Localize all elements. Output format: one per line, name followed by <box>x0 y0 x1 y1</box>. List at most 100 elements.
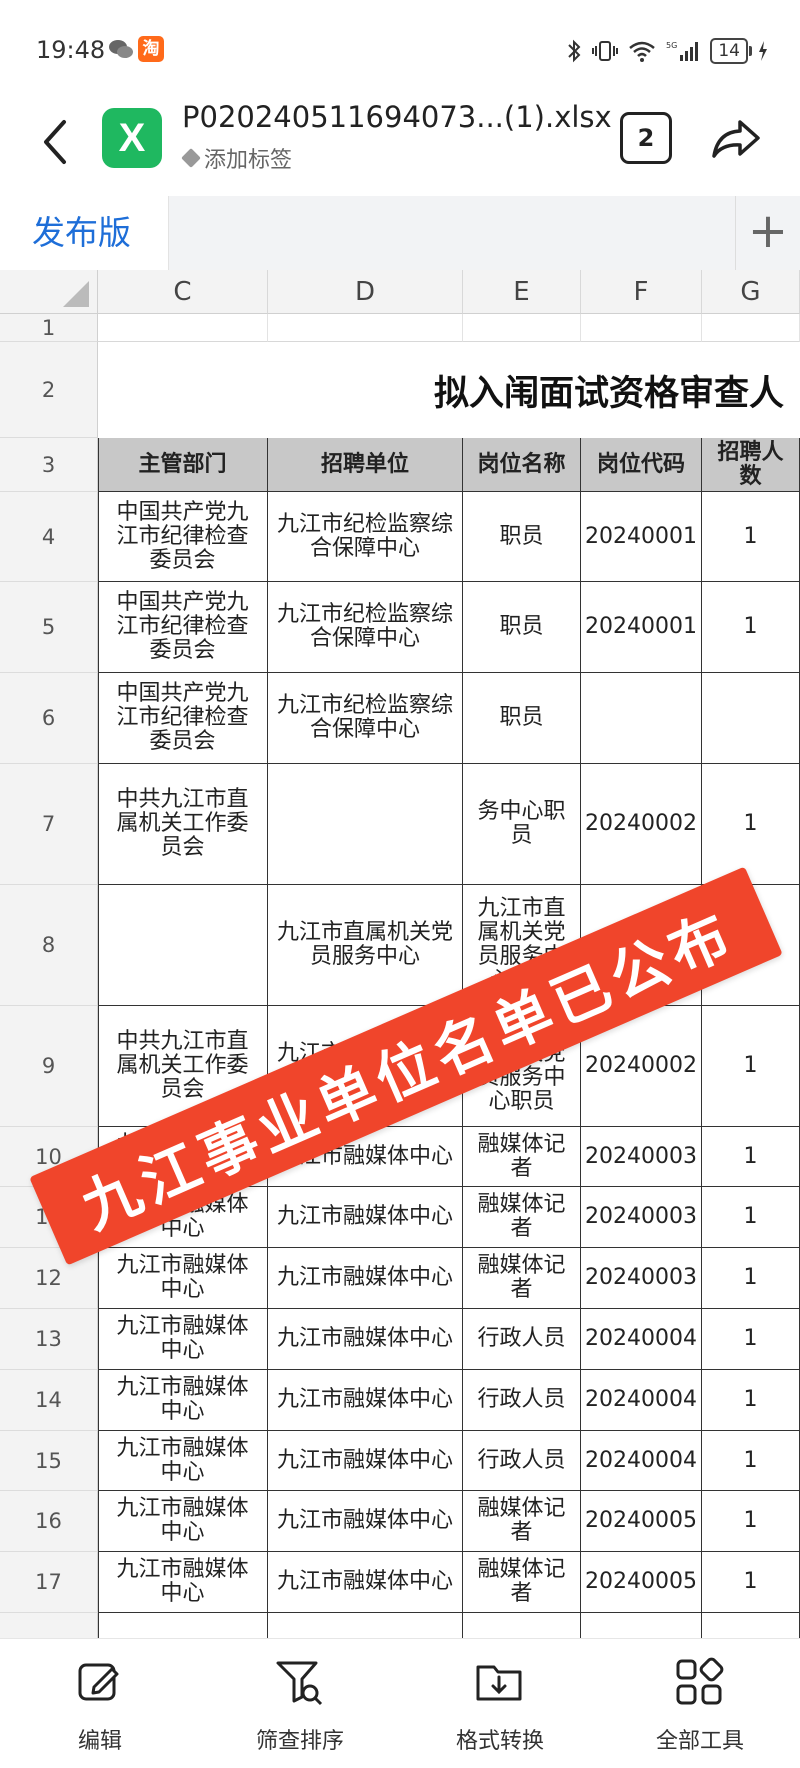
table-cell[interactable]: 融媒体记者 <box>463 1187 581 1248</box>
row-header[interactable]: 5 <box>0 582 98 673</box>
table-cell[interactable]: 1 <box>702 1127 800 1187</box>
table-cell[interactable]: 职员 <box>463 582 581 673</box>
table-cell[interactable] <box>702 1613 800 1638</box>
row-header[interactable]: 2 <box>0 342 98 438</box>
sheet-title[interactable]: 拟入闱面试资格审查人 <box>98 342 800 438</box>
empty-cell[interactable] <box>581 314 702 342</box>
select-all-corner[interactable] <box>0 270 98 314</box>
share-icon[interactable] <box>710 112 762 164</box>
row-header[interactable]: 9 <box>0 1006 98 1127</box>
table-cell[interactable]: 20240004 <box>581 1370 702 1431</box>
add-sheet-button[interactable]: + <box>735 196 800 270</box>
format-convert-tool[interactable]: 格式转换 <box>400 1639 600 1768</box>
table-cell[interactable]: 中共九江市直属机关工作委员会 <box>98 764 268 885</box>
row-header[interactable]: 16 <box>0 1491 98 1552</box>
row-header[interactable] <box>0 1613 98 1638</box>
table-cell[interactable] <box>702 673 800 764</box>
table-cell[interactable]: 九江市直属机关党员服务中心 <box>268 885 463 1006</box>
edit-tool[interactable]: 编辑 <box>0 1639 200 1768</box>
empty-cell[interactable] <box>702 314 800 342</box>
column-header[interactable]: G <box>702 270 800 314</box>
add-tag-link[interactable]: 添加标签 <box>181 142 292 174</box>
table-cell[interactable]: 九江市融媒体中心 <box>268 1187 463 1248</box>
table-cell[interactable]: 中国共产党九江市纪律检查委员会 <box>98 492 268 582</box>
table-cell[interactable]: 中国共产党九江市纪律检查委员会 <box>98 673 268 764</box>
sheet-tab-active[interactable]: 发布版 <box>0 196 169 270</box>
table-cell[interactable]: 20240004 <box>581 1431 702 1491</box>
table-cell[interactable]: 九江市融媒体中心 <box>268 1309 463 1370</box>
table-cell[interactable]: 九江市纪检监察综合保障中心 <box>268 673 463 764</box>
table-cell[interactable]: 九江市融媒体中心 <box>98 1552 268 1613</box>
table-cell[interactable]: 20240003 <box>581 1187 702 1248</box>
table-header-cell[interactable]: 主管部门 <box>98 438 268 492</box>
table-header-cell[interactable]: 招聘单位 <box>268 438 463 492</box>
table-cell[interactable]: 行政人员 <box>463 1370 581 1431</box>
empty-cell[interactable] <box>98 314 268 342</box>
row-header[interactable]: 17 <box>0 1552 98 1613</box>
table-cell[interactable]: 九江市纪检监察综合保障中心 <box>268 582 463 673</box>
table-cell[interactable]: 20240002 <box>581 764 702 885</box>
table-cell[interactable] <box>98 885 268 1006</box>
table-cell[interactable]: 1 <box>702 1006 800 1127</box>
table-cell[interactable]: 行政人员 <box>463 1431 581 1491</box>
table-cell[interactable]: 20240001 <box>581 492 702 582</box>
table-cell[interactable]: 九江市融媒体中心 <box>98 1370 268 1431</box>
table-cell[interactable]: 九江市融媒体中心 <box>268 1248 463 1309</box>
column-header[interactable]: C <box>98 270 268 314</box>
table-cell[interactable] <box>98 1613 268 1638</box>
filter-sort-tool[interactable]: 筛查排序 <box>200 1639 400 1768</box>
table-cell[interactable]: 九江市融媒体中心 <box>268 1552 463 1613</box>
table-cell[interactable]: 20240003 <box>581 1127 702 1187</box>
table-cell[interactable]: 20240003 <box>581 1248 702 1309</box>
row-header[interactable]: 3 <box>0 438 98 492</box>
table-header-cell[interactable]: 岗位名称 <box>463 438 581 492</box>
table-cell[interactable]: 九江市融媒体中心 <box>268 1491 463 1552</box>
table-cell[interactable] <box>268 1613 463 1638</box>
table-cell[interactable]: 1 <box>702 1187 800 1248</box>
table-cell[interactable]: 1 <box>702 1431 800 1491</box>
tab-count-button[interactable]: 2 <box>620 112 672 164</box>
table-cell[interactable] <box>581 673 702 764</box>
table-header-cell[interactable]: 岗位代码 <box>581 438 702 492</box>
table-cell[interactable]: 九江市融媒体中心 <box>98 1431 268 1491</box>
table-cell[interactable]: 九江市纪检监察综合保障中心 <box>268 492 463 582</box>
table-cell[interactable]: 九江市融媒体中心 <box>268 1370 463 1431</box>
table-cell[interactable]: 1 <box>702 764 800 885</box>
row-header[interactable]: 14 <box>0 1370 98 1431</box>
table-cell[interactable]: 1 <box>702 582 800 673</box>
table-cell[interactable]: 1 <box>702 492 800 582</box>
table-cell[interactable]: 融媒体记者 <box>463 1491 581 1552</box>
table-cell[interactable]: 九江市融媒体中心 <box>268 1431 463 1491</box>
column-header[interactable]: D <box>268 270 463 314</box>
row-header[interactable]: 4 <box>0 492 98 582</box>
table-cell[interactable]: 20240001 <box>581 582 702 673</box>
empty-cell[interactable] <box>268 314 463 342</box>
row-header[interactable]: 6 <box>0 673 98 764</box>
table-cell[interactable]: 行政人员 <box>463 1309 581 1370</box>
table-cell[interactable]: 1 <box>702 1552 800 1613</box>
row-header[interactable]: 13 <box>0 1309 98 1370</box>
table-cell[interactable]: 务中心职员 <box>463 764 581 885</box>
table-cell[interactable]: 职员 <box>463 492 581 582</box>
table-cell[interactable]: 1 <box>702 1370 800 1431</box>
all-tools-tool[interactable]: 全部工具 <box>600 1639 800 1768</box>
empty-cell[interactable] <box>463 314 581 342</box>
table-cell[interactable]: 中国共产党九江市纪律检查委员会 <box>98 582 268 673</box>
table-cell[interactable] <box>463 1613 581 1638</box>
table-cell[interactable] <box>268 764 463 885</box>
table-cell[interactable]: 1 <box>702 1248 800 1309</box>
table-cell[interactable]: 融媒体记者 <box>463 1248 581 1309</box>
table-cell[interactable]: 融媒体记者 <box>463 1552 581 1613</box>
table-cell[interactable]: 1 <box>702 1491 800 1552</box>
row-header[interactable]: 8 <box>0 885 98 1006</box>
table-header-cell[interactable]: 招聘人数 <box>702 438 800 492</box>
table-cell[interactable]: 20240005 <box>581 1491 702 1552</box>
table-cell[interactable] <box>581 1613 702 1638</box>
table-cell[interactable]: 九江市融媒体中心 <box>98 1491 268 1552</box>
table-cell[interactable]: 20240004 <box>581 1309 702 1370</box>
table-cell[interactable]: 九江市融媒体中心 <box>98 1248 268 1309</box>
column-header[interactable]: F <box>581 270 702 314</box>
table-cell[interactable]: 20240005 <box>581 1552 702 1613</box>
table-cell[interactable]: 1 <box>702 1309 800 1370</box>
row-header[interactable]: 1 <box>0 314 98 342</box>
